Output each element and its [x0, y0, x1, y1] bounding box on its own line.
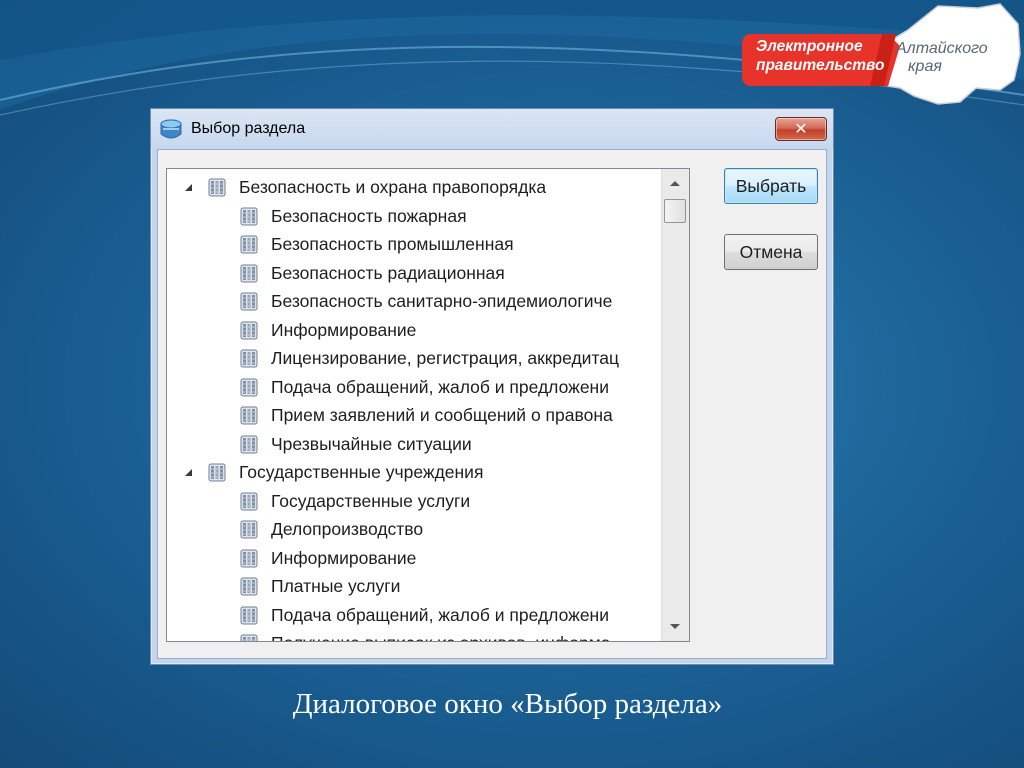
tree-node-label: Государственные учреждения [239, 462, 484, 482]
tree-leaf-node[interactable]: Государственные услуги [167, 487, 661, 515]
logo-red-line1: Электронное [756, 38, 863, 55]
tree-leaf-node[interactable]: Подача обращений, жалоб и предложени [167, 373, 661, 401]
close-icon: ✕ [794, 119, 808, 138]
cancel-button[interactable]: Отмена [724, 234, 818, 270]
tree-node-label: Безопасность и охрана правопорядка [239, 177, 547, 197]
tree-leaf-node[interactable]: Делопроизводство [167, 515, 661, 543]
logo-white-line2: края [908, 58, 942, 75]
tree-leaf-node[interactable]: Безопасность пожарная [167, 202, 661, 230]
select-section-dialog: Выбор раздела ✕ Безопасность и охрана пр… [150, 108, 834, 665]
scroll-down-arrow-icon[interactable] [670, 624, 680, 629]
tree-node-label: Информирование [271, 319, 417, 340]
tree-node-label: Лицензирование, регистрация, аккредитац [271, 348, 620, 368]
tree-node-label: Получение выписок из архивов, информа [271, 629, 610, 641]
tree-node-label: Прием заявлений и сообщений о правона [271, 405, 613, 425]
logo-red-text: Электронное правительство [742, 32, 888, 86]
section-tree[interactable]: Безопасность и охрана правопорядка Безопа… [166, 168, 690, 642]
tree-leaf-node[interactable]: Прием заявлений и сообщений о правона [167, 401, 661, 429]
database-icon [240, 633, 258, 641]
tree-items: Безопасность и охрана правопорядка Безопа… [167, 169, 661, 641]
tree-group-node[interactable]: Государственные учреждения [167, 458, 661, 486]
dialog-titlebar[interactable]: Выбор раздела ✕ [151, 109, 833, 149]
select-button[interactable]: Выбрать [724, 168, 818, 204]
tree-group-node[interactable]: Безопасность и охрана правопорядка [167, 173, 661, 201]
tree-node-label: Безопасность пожарная [271, 205, 467, 226]
tree-leaf-node[interactable]: Безопасность радиационная [167, 259, 661, 287]
tree-leaf-node[interactable]: Информирование [167, 544, 661, 572]
logo-region-text: Алтайского края [890, 40, 1000, 86]
close-button[interactable]: ✕ [775, 117, 827, 141]
scroll-up-arrow-icon[interactable] [670, 181, 680, 186]
scroll-thumb[interactable] [664, 199, 686, 223]
tree-leaf-node[interactable]: Подача обращений, жалоб и предложени [167, 601, 661, 629]
expand-collapse-icon[interactable] [185, 184, 192, 191]
tree-node-label: Платные услуги [271, 576, 401, 596]
tree-node-label: Чрезвычайные ситуации [271, 433, 472, 454]
tree-node-label: Безопасность санитарно-эпидемиологиче [271, 291, 613, 311]
tree-leaf-node[interactable]: Получение выписок из архивов, информа [167, 629, 661, 641]
tree-node-label: Подача обращений, жалоб и предложени [271, 604, 609, 625]
dialog-client-area: Безопасность и охрана правопорядка Безопа… [157, 149, 827, 659]
tree-leaf-node[interactable]: Платные услуги [167, 572, 661, 600]
database-icon [159, 118, 183, 144]
tree-leaf-node[interactable]: Информирование [167, 316, 661, 344]
tree-leaf-node[interactable]: Чрезвычайные ситуации [167, 430, 661, 458]
logo-white-line1: Алтайского [896, 40, 988, 57]
tree-leaf-node[interactable]: Безопасность санитарно-эпидемиологиче [167, 287, 661, 315]
tree-node-label: Безопасность радиационная [271, 262, 505, 283]
expand-collapse-icon[interactable] [185, 469, 192, 476]
tree-node-label: Безопасность промышленная [271, 234, 514, 254]
slide-caption: Диалоговое окно «Выбор раздела» [292, 688, 723, 720]
tree-node-label: Информирование [271, 547, 417, 568]
logo-red-line2: правительство [756, 57, 885, 74]
tree-leaf-node[interactable]: Безопасность промышленная [167, 230, 661, 258]
tree-node-label: Подача обращений, жалоб и предложени [271, 376, 609, 397]
vertical-scrollbar[interactable] [661, 169, 689, 641]
tree-node-label: Государственные услуги [271, 490, 471, 511]
tree-node-label: Делопроизводство [271, 519, 424, 539]
tree-leaf-node[interactable]: Лицензирование, регистрация, аккредитац [167, 344, 661, 372]
dialog-title: Выбор раздела [191, 120, 306, 137]
